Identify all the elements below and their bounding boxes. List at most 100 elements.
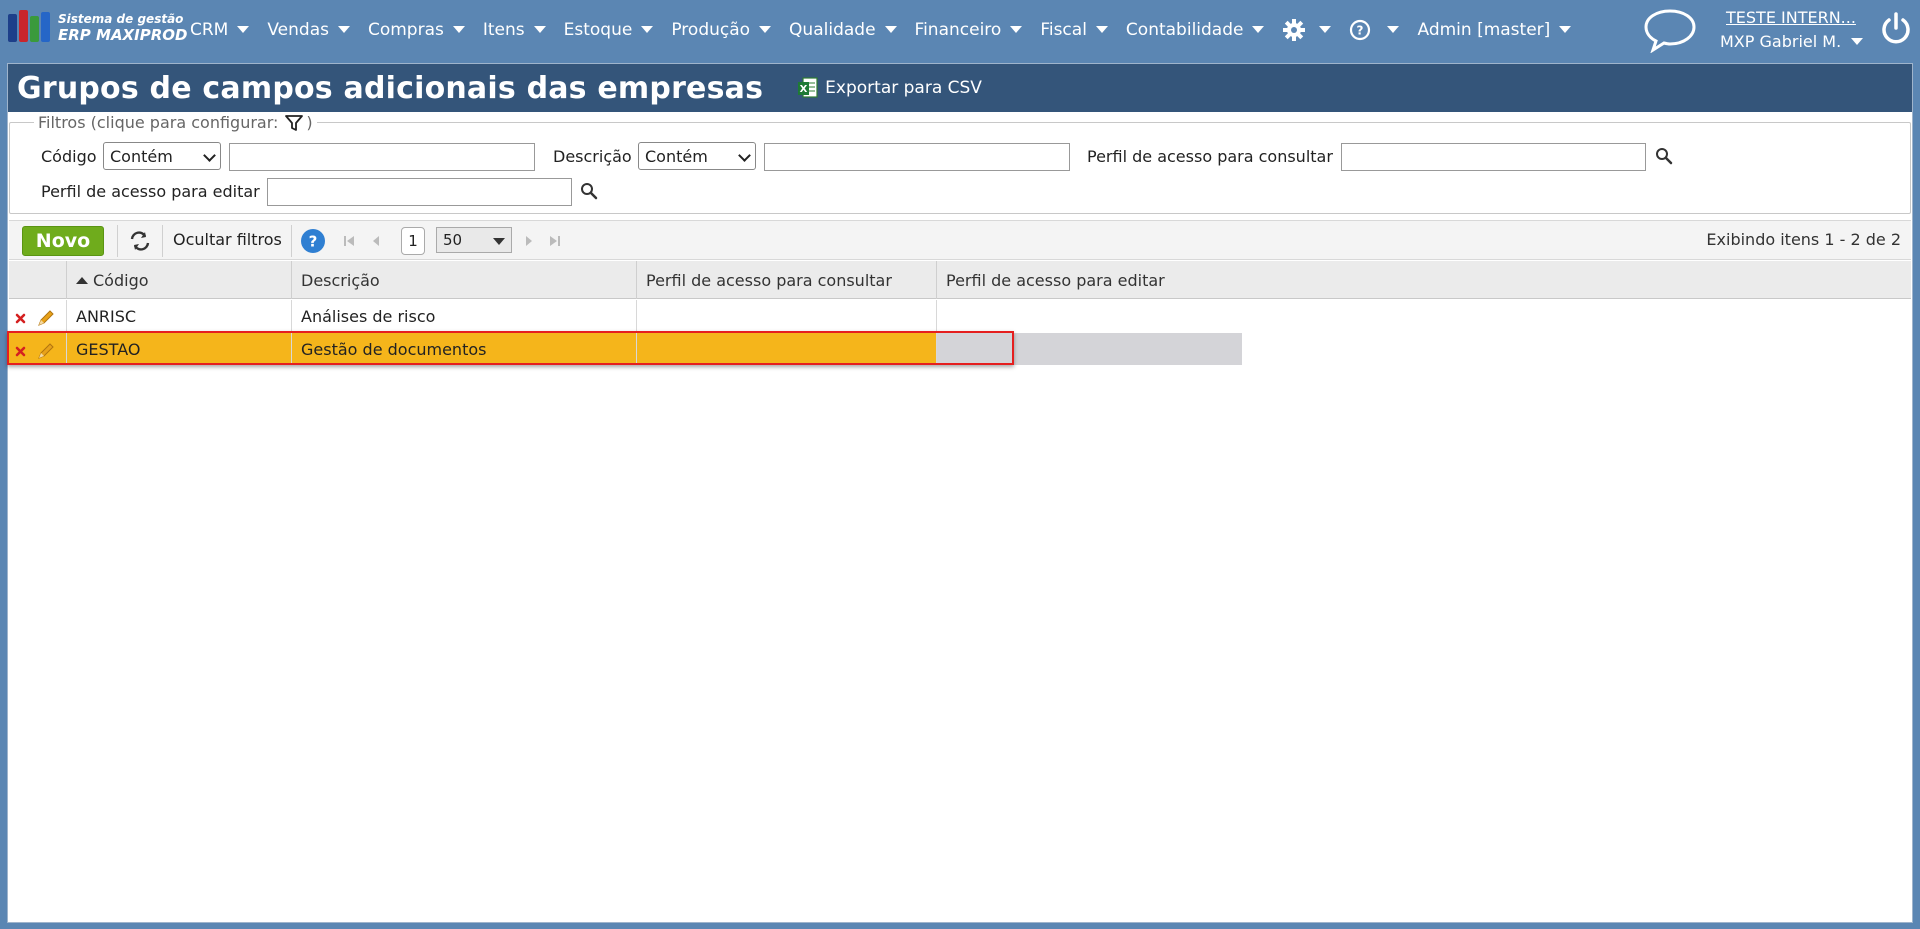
column-label: Perfil de acesso para editar <box>946 270 1165 290</box>
filters-panel: Filtros (clique para configurar: ) Códig… <box>9 113 1911 214</box>
perfil-consultar-filter-label: Perfil de acesso para consultar <box>1087 147 1333 166</box>
menu-fiscal[interactable]: Fiscal <box>1040 20 1108 40</box>
menu-label: Itens <box>482 19 525 40</box>
menu-label: CRM <box>190 19 229 40</box>
chevron-down-icon <box>452 26 465 33</box>
last-page-icon[interactable] <box>549 234 561 248</box>
power-icon[interactable] <box>1880 12 1912 46</box>
chevron-down-icon <box>1319 26 1332 33</box>
brand-name[interactable]: Sistema de gestão ERP MAXIPROD <box>58 11 187 43</box>
column-label: Código <box>93 270 149 290</box>
first-page-icon[interactable] <box>343 234 355 248</box>
filters-legend-close: ) <box>306 113 313 132</box>
menu-estoque[interactable]: Estoque <box>564 20 654 40</box>
pencil-icon[interactable] <box>36 308 56 328</box>
menu-admin[interactable]: Admin [master] <box>1417 20 1572 40</box>
cell-descricao: Análises de risco <box>292 300 637 332</box>
search-icon[interactable] <box>580 182 598 200</box>
menu-compras[interactable]: Compras <box>368 20 465 40</box>
svg-text:X: X <box>800 84 808 95</box>
filters-legend-text: Filtros (clique para configurar: <box>38 113 279 132</box>
help-icon[interactable]: ? <box>300 228 326 254</box>
main-panel: Grupos de campos adicionais das empresas… <box>7 63 1913 923</box>
cell-perfil-editar <box>937 300 1237 332</box>
descricao-operator-select[interactable]: Contém <box>638 142 756 170</box>
column-header-descricao[interactable]: Descrição <box>292 261 637 299</box>
sort-ascending-icon <box>76 276 88 284</box>
search-icon[interactable] <box>1655 147 1673 165</box>
page-size-value: 50 <box>443 231 463 249</box>
erp-logo-icon[interactable] <box>8 10 54 46</box>
perfil-editar-filter-input[interactable] <box>267 178 572 206</box>
menu-qualidade[interactable]: Qualidade <box>789 20 897 40</box>
menu-itens[interactable]: Itens <box>483 20 546 40</box>
menu-label: Produção <box>671 19 751 40</box>
pencil-icon[interactable] <box>36 341 56 361</box>
menu-crm[interactable]: CRM <box>190 19 250 40</box>
help-menu[interactable]: ? <box>1349 19 1400 41</box>
table-row-selected[interactable]: GESTAO Gestão de documentos <box>7 331 1911 365</box>
delete-icon[interactable] <box>15 346 26 357</box>
menu-label: Vendas <box>267 19 329 40</box>
chat-bubble-icon[interactable] <box>1642 7 1698 53</box>
hide-filters-button[interactable]: Ocultar filtros <box>173 230 282 249</box>
user-name-label: MXP Gabriel M. <box>1720 32 1842 51</box>
descricao-filter-label: Descrição <box>553 147 632 166</box>
help-circle-icon: ? <box>1350 19 1371 40</box>
column-header-codigo[interactable]: Código <box>67 261 292 299</box>
menu-producao[interactable]: Produção <box>671 19 772 40</box>
menu-financeiro[interactable]: Financeiro <box>915 20 1023 40</box>
chevron-down-icon <box>237 26 250 33</box>
chevron-down-icon <box>1387 26 1400 33</box>
svg-text:?: ? <box>309 233 318 251</box>
page-size-select[interactable]: 50 <box>436 227 512 253</box>
gear-icon <box>1283 18 1306 41</box>
codigo-filter-input[interactable] <box>229 143 535 171</box>
perfil-editar-filter-label: Perfil de acesso para editar <box>41 182 260 201</box>
next-page-icon[interactable] <box>524 234 534 248</box>
grid-header: Código Descrição Perfil de acesso para c… <box>9 261 1911 299</box>
chevron-down-icon <box>533 26 546 33</box>
settings-menu[interactable] <box>1282 18 1332 42</box>
cell-codigo: GESTAO <box>67 333 292 365</box>
refresh-icon[interactable] <box>129 231 151 251</box>
menu-label: Contabilidade <box>1125 19 1244 40</box>
column-header-perfil-consultar[interactable]: Perfil de acesso para consultar <box>637 261 937 299</box>
brand-line-2: ERP MAXIPROD <box>58 26 188 44</box>
chevron-down-icon <box>493 238 505 245</box>
chevron-down-icon <box>1851 38 1864 45</box>
table-row[interactable]: ANRISC Análises de risco <box>9 300 1911 332</box>
column-header-perfil-editar[interactable]: Perfil de acesso para editar <box>937 261 1911 299</box>
chevron-down-icon <box>884 26 897 33</box>
company-link[interactable]: TESTE INTERN... <box>1726 8 1856 27</box>
row-actions-cell <box>9 333 67 365</box>
cell-perfil-consultar <box>637 333 937 365</box>
codigo-operator-select[interactable]: Contém <box>103 142 221 170</box>
export-csv-button[interactable]: X Exportar para CSV <box>797 77 982 99</box>
menu-vendas[interactable]: Vendas <box>267 20 350 40</box>
descricao-filter-input[interactable] <box>764 143 1070 171</box>
codigo-filter-label: Código <box>41 147 97 166</box>
chevron-down-icon <box>337 26 350 33</box>
toolbar-divider <box>117 225 118 257</box>
chevron-down-icon <box>738 149 751 162</box>
menu-contabilidade[interactable]: Contabilidade <box>1126 20 1265 40</box>
page-number-input[interactable]: 1 <box>401 227 425 255</box>
cell-perfil-consultar <box>637 300 937 332</box>
funnel-icon <box>285 114 304 131</box>
menu-label: Estoque <box>563 19 633 40</box>
previous-page-icon[interactable] <box>371 234 381 248</box>
data-grid: Código Descrição Perfil de acesso para c… <box>7 261 1911 365</box>
filters-legend[interactable]: Filtros (clique para configurar: ) <box>34 113 317 132</box>
menu-label: Fiscal <box>1040 19 1087 40</box>
perfil-consultar-filter-input[interactable] <box>1341 143 1646 171</box>
cell-descricao: Gestão de documentos <box>292 333 637 365</box>
cell-codigo: ANRISC <box>67 300 292 332</box>
delete-icon[interactable] <box>15 313 26 324</box>
column-label: Descrição <box>301 270 380 290</box>
chevron-down-icon <box>203 149 216 162</box>
user-menu[interactable]: MXP Gabriel M. <box>1720 32 1864 51</box>
menu-label: Compras <box>367 19 444 40</box>
new-button[interactable]: Novo <box>22 226 104 256</box>
chevron-down-icon <box>1010 26 1023 33</box>
